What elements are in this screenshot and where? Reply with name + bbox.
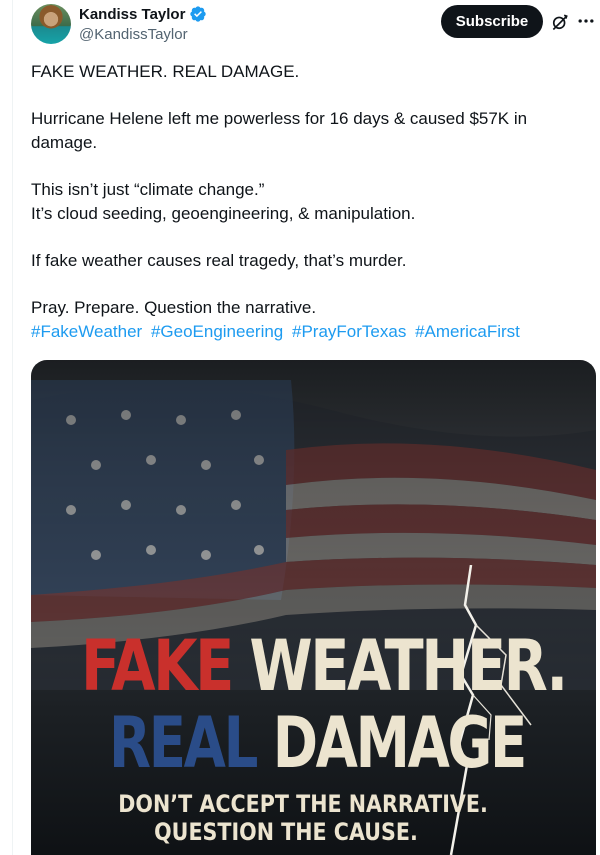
grok-icon[interactable] bbox=[550, 12, 570, 32]
subscribe-button[interactable]: Subscribe bbox=[441, 5, 543, 38]
post-paragraph: This isn’t just “climate change.” It’s c… bbox=[31, 178, 586, 226]
post-line: damage. bbox=[31, 133, 98, 152]
image-subline-1: DON’T ACCEPT THE NARRATIVE. bbox=[118, 790, 488, 818]
post-line: Hurricane Helene left me powerless for 1… bbox=[31, 109, 528, 128]
post-paragraph: If fake weather causes real tragedy, tha… bbox=[31, 249, 586, 273]
more-dots-icon bbox=[578, 19, 594, 23]
thread-divider bbox=[12, 0, 13, 855]
post-line: FAKE WEATHER. REAL DAMAGE. bbox=[31, 62, 300, 81]
image-headline-fake: FAKE bbox=[81, 625, 234, 707]
post-header: Kandiss Taylor @KandissTaylor Subscribe bbox=[31, 4, 596, 50]
verified-badge-icon bbox=[190, 6, 207, 22]
display-name[interactable]: Kandiss Taylor bbox=[79, 6, 185, 23]
avatar[interactable] bbox=[31, 4, 71, 44]
post-line: This isn’t just “climate change.” bbox=[31, 180, 265, 199]
post-paragraph: FAKE WEATHER. REAL DAMAGE. bbox=[31, 60, 586, 84]
image-headline-line2: REAL DAMAGE bbox=[109, 702, 528, 784]
more-icon[interactable] bbox=[575, 10, 597, 32]
post-line: Pray. Prepare. Question the narrative. bbox=[31, 298, 317, 317]
hashtag-link[interactable]: #PrayForTexas bbox=[292, 322, 406, 341]
hashtag-list: #FakeWeather #GeoEngineering #PrayForTex… bbox=[31, 320, 586, 344]
post-paragraph: Pray. Prepare. Question the narrative. #… bbox=[31, 296, 586, 344]
author-handle[interactable]: @KandissTaylor bbox=[79, 26, 188, 43]
image-headline-real: REAL bbox=[109, 702, 258, 784]
image-headline-weather: WEATHER. bbox=[249, 625, 568, 707]
hashtag-link[interactable]: #AmericaFirst bbox=[415, 322, 520, 341]
post-line: It’s cloud seeding, geoengineering, & ma… bbox=[31, 204, 416, 223]
image-subline-2: QUESTION THE CAUSE. bbox=[154, 818, 418, 846]
image-headline-damage: DAMAGE bbox=[272, 702, 528, 784]
image-headline-line1: FAKE WEATHER. bbox=[81, 625, 568, 707]
hashtag-link[interactable]: #GeoEngineering bbox=[151, 322, 283, 341]
post-paragraph: Hurricane Helene left me powerless for 1… bbox=[31, 107, 586, 155]
post-text: FAKE WEATHER. REAL DAMAGE. Hurricane Hel… bbox=[31, 60, 586, 344]
post-line: If fake weather causes real tragedy, tha… bbox=[31, 251, 407, 270]
post-image[interactable]: FAKE WEATHER. REAL DAMAGE DON’T ACCEPT T… bbox=[31, 360, 596, 855]
hashtag-link[interactable]: #FakeWeather bbox=[31, 322, 142, 341]
author-name-row[interactable]: Kandiss Taylor bbox=[79, 5, 207, 23]
